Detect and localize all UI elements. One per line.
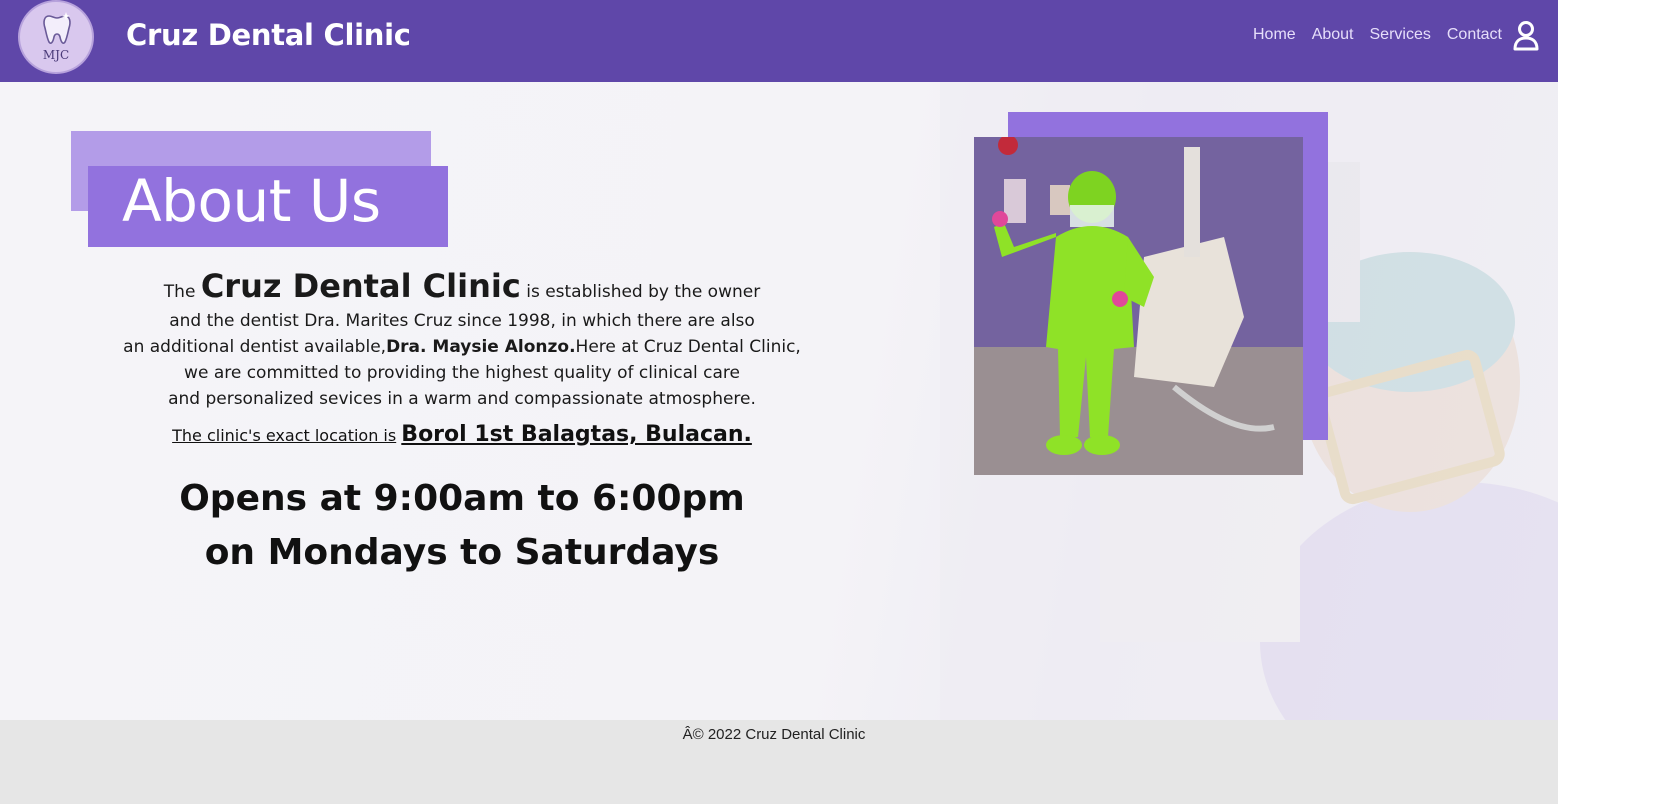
intro-suffix: is established by the owner xyxy=(526,282,761,302)
nav-home[interactable]: Home xyxy=(1253,26,1296,44)
hours-line: Opens at 9:00am to 6:00pm xyxy=(179,478,745,519)
location-label: The clinic's exact location is xyxy=(172,426,397,445)
page-margin xyxy=(1558,0,1674,804)
intro-prefix: The xyxy=(163,282,196,302)
clinic-name: Cruz Dental Clinic xyxy=(200,267,521,305)
copyright: Â© 2022 Cruz Dental Clinic xyxy=(682,726,866,743)
description-line: an additional dentist available,Dra. May… xyxy=(120,334,804,360)
line-text: Here at Cruz Dental Clinic, xyxy=(575,337,801,357)
brand-title[interactable]: Cruz Dental Clinic xyxy=(126,18,411,52)
clinic-logo[interactable]: MJC xyxy=(18,0,94,74)
line-text: an additional dentist available, xyxy=(123,337,387,357)
nav-about[interactable]: About xyxy=(1312,26,1354,44)
opening-hours: Opens at 9:00am to 6:00pm on Mondays to … xyxy=(120,472,804,580)
description-line: we are committed to providing the highes… xyxy=(184,363,740,383)
footer: Â© 2022 Cruz Dental Clinic xyxy=(0,720,1558,804)
page-title: About Us xyxy=(122,167,381,235)
description-line: and the dentist Dra. Marites Cruz since … xyxy=(169,311,755,331)
intro-line: The Cruz Dental Clinic is established by… xyxy=(120,264,804,314)
description: The Cruz Dental Clinic is established by… xyxy=(120,264,804,412)
dentist-photo xyxy=(974,137,1303,475)
hours-line: on Mondays to Saturdays xyxy=(204,532,720,573)
description-body: and the dentist Dra. Marites Cruz since … xyxy=(120,308,804,412)
location: The clinic's exact location is Borol 1st… xyxy=(120,422,804,447)
nav-links: Home About Services Contact xyxy=(1253,26,1502,44)
user-icon[interactable] xyxy=(1512,21,1540,51)
location-address: Borol 1st Balagtas, Bulacan. xyxy=(401,422,752,447)
navbar: MJC Cruz Dental Clinic Home About Servic… xyxy=(0,0,1558,82)
description-line: and personalized sevices in a warm and c… xyxy=(168,389,756,409)
about-section: About Us The Cruz Dental Clinic is estab… xyxy=(0,82,1558,720)
tooth-icon xyxy=(43,12,71,44)
logo-text: MJC xyxy=(42,48,70,62)
nav-services[interactable]: Services xyxy=(1370,26,1431,44)
second-dentist: Dra. Maysie Alonzo. xyxy=(386,337,576,357)
nav-contact[interactable]: Contact xyxy=(1447,26,1502,44)
